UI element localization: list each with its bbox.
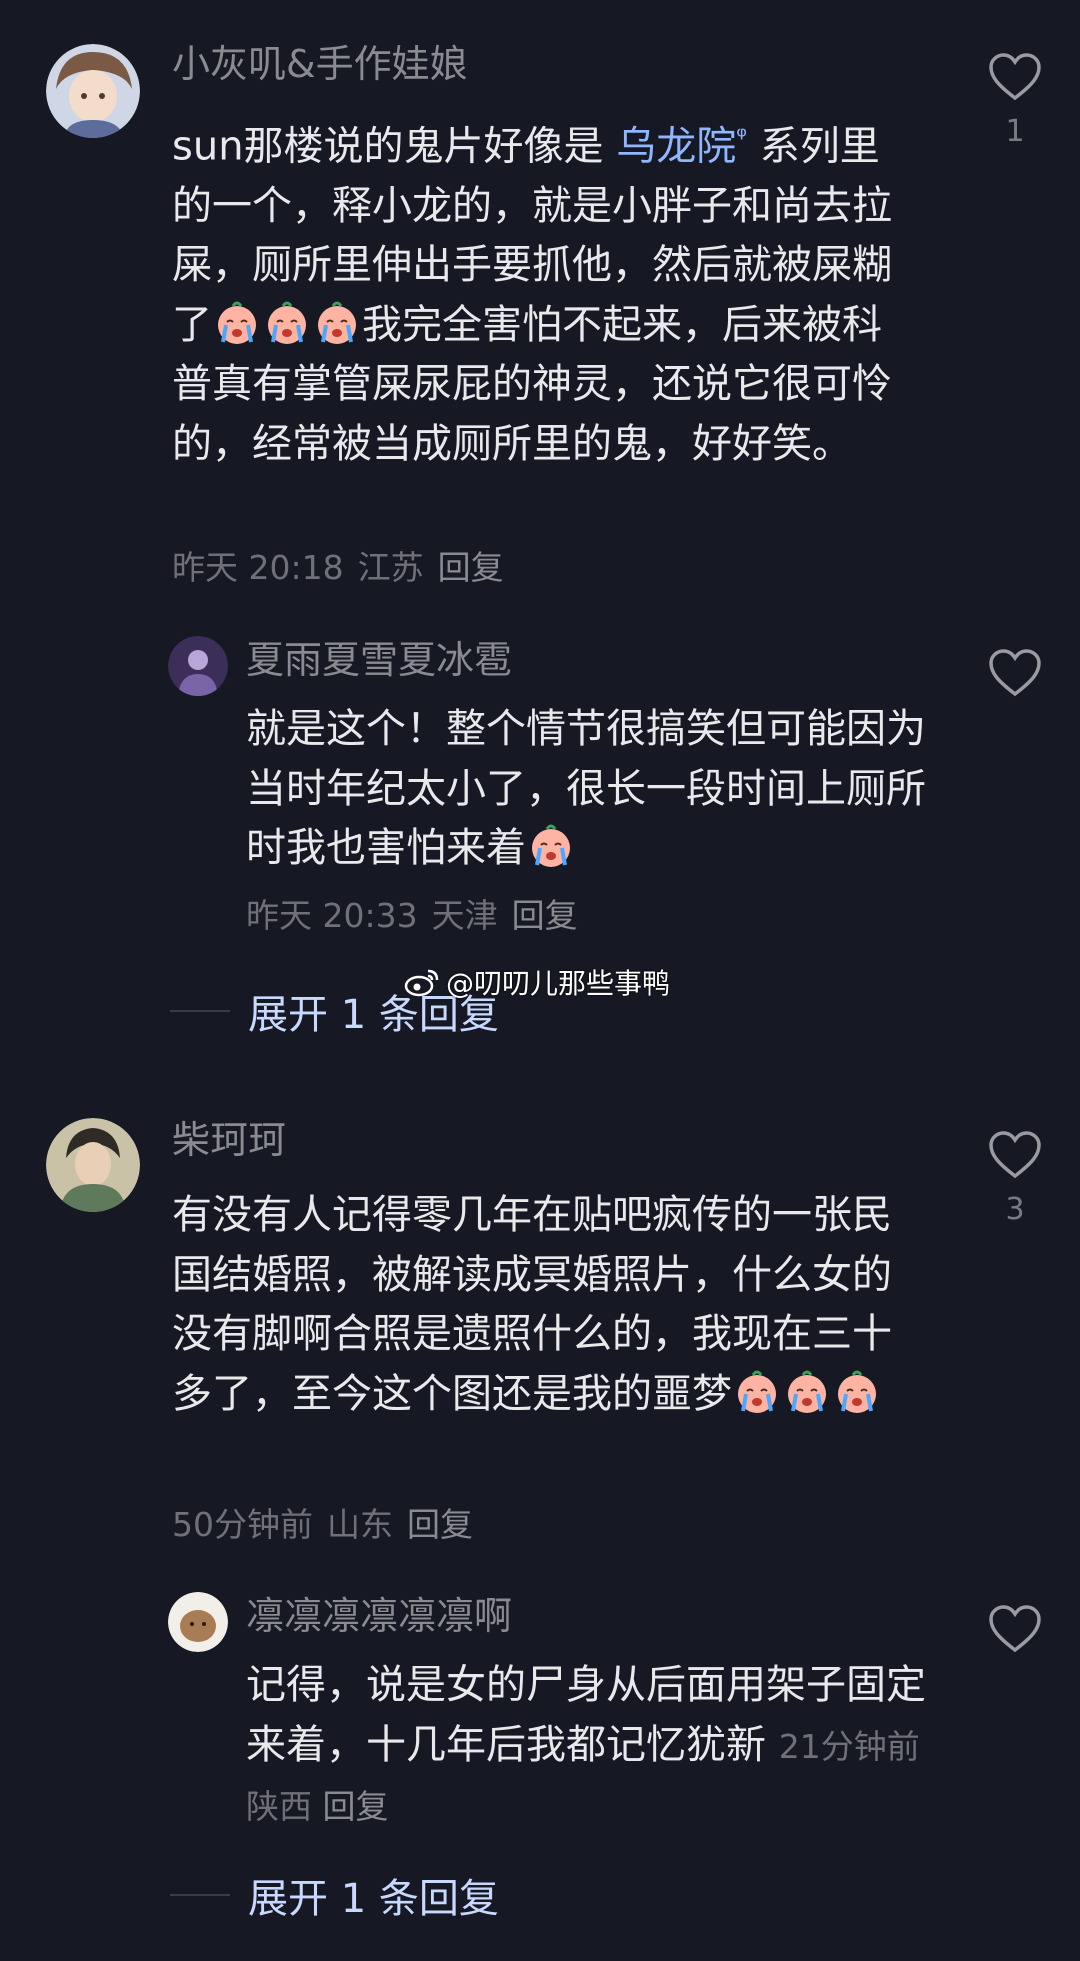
crying-face-icon	[532, 824, 570, 867]
crying-face-icon	[838, 1370, 876, 1413]
location: 天津	[431, 896, 498, 935]
reply-button[interactable]: 回复	[512, 896, 578, 935]
location: 山东	[327, 1505, 393, 1544]
reply-button[interactable]: 回复	[438, 548, 504, 587]
like-button[interactable]: 1	[980, 52, 1050, 150]
avatar[interactable]	[168, 636, 228, 696]
comment-text: 记得，说是女的尸身从后面用架子固定来着，十几年后我都记忆犹新 21分钟前 陕西 …	[246, 1662, 926, 1826]
crying-face-icon	[268, 301, 306, 344]
like-count: 1	[1005, 114, 1025, 149]
username[interactable]: 夏雨夏雪夏冰雹	[246, 638, 512, 682]
comment-text: 有没有人记得零几年在贴吧疯传的一张民国结婚照，被解读成冥婚照片，什么女的没有脚啊…	[172, 1192, 892, 1417]
avatar[interactable]	[168, 1592, 228, 1652]
avatar[interactable]	[46, 44, 140, 138]
heart-icon	[989, 649, 1041, 697]
crying-face-icon	[738, 1370, 776, 1413]
heart-icon	[989, 1131, 1041, 1179]
timestamp: 昨天 20:18	[172, 548, 344, 587]
crying-face-icon	[318, 301, 356, 344]
search-link[interactable]: 乌龙院	[616, 123, 736, 169]
weibo-logo-icon	[404, 969, 439, 997]
heart-icon	[989, 1605, 1041, 1653]
crying-face-icon	[788, 1370, 826, 1413]
watermark: @叨叨儿那些事鸭	[404, 962, 670, 1002]
reply-button[interactable]: 回复	[407, 1505, 473, 1544]
reply-button[interactable]: 回复	[323, 1787, 389, 1826]
username[interactable]: 凛凛凛凛凛凛啊	[246, 1594, 512, 1638]
username[interactable]: 柴珂珂	[172, 1118, 286, 1162]
location: 陕西	[246, 1787, 312, 1826]
avatar[interactable]	[46, 1118, 140, 1212]
heart-icon	[989, 53, 1041, 101]
timestamp: 50分钟前	[172, 1505, 313, 1544]
search-icon[interactable]: ᵠ	[736, 122, 747, 152]
timestamp: 昨天 20:33	[246, 896, 418, 935]
like-button[interactable]	[980, 648, 1050, 698]
username[interactable]: 小灰叽&手作娃娘	[172, 42, 468, 86]
expand-replies-button[interactable]: 展开 1 条回复	[170, 1866, 499, 1924]
like-count: 3	[1005, 1192, 1025, 1227]
like-button[interactable]	[980, 1604, 1050, 1654]
divider	[170, 1894, 230, 1896]
comment-text: sun那楼说的鬼片好像是 乌龙院ᵠ 系列里的一个，释小龙的，就是小胖子和尚去拉屎…	[172, 122, 892, 467]
like-button[interactable]: 3	[980, 1130, 1050, 1228]
comment-meta: 昨天 20:33 天津 回复	[246, 896, 592, 936]
comment-text: 就是这个！整个情节很搞笑但可能因为当时年纪太小了，很长一段时间上厕所时我也害怕来…	[246, 706, 926, 871]
crying-face-icon	[218, 301, 256, 344]
timestamp: 21分钟前	[778, 1726, 920, 1766]
comment-meta: 昨天 20:18 江苏 回复	[172, 548, 518, 588]
divider	[170, 1010, 230, 1012]
comment-meta: 50分钟前 山东 回复	[172, 1505, 487, 1545]
location: 江苏	[357, 548, 424, 587]
